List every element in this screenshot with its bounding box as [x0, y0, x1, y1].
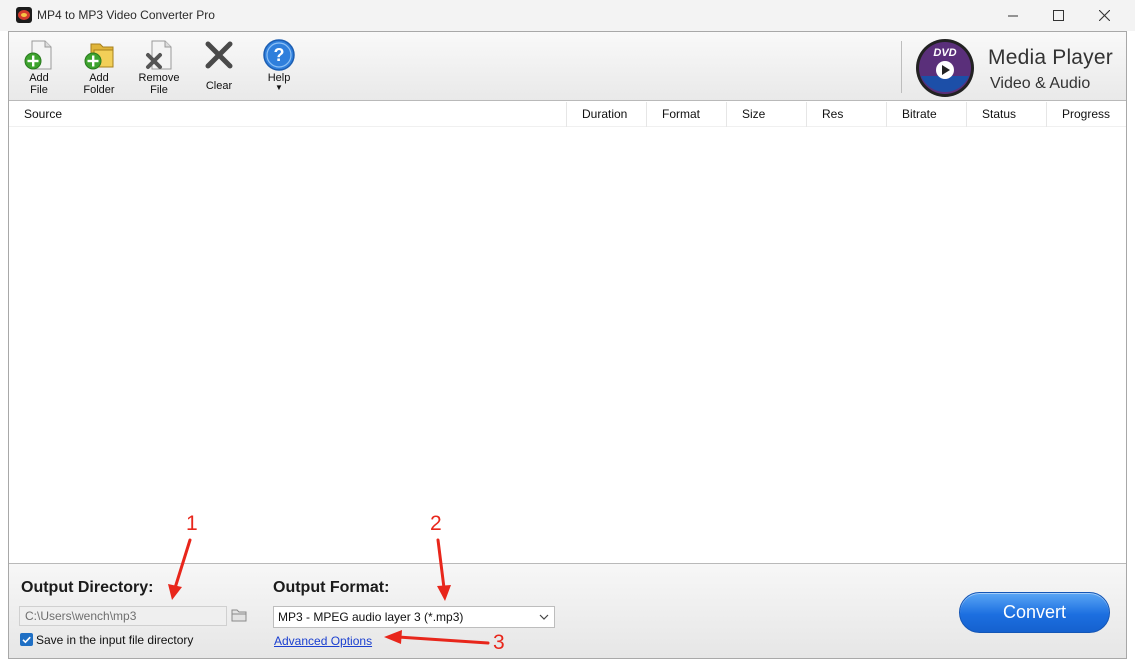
toolbar: Add File Add Folder Remove File Clear ? … [9, 32, 1126, 101]
annotation-number-1: 1 [186, 512, 198, 535]
column-progress[interactable]: Progress [1046, 102, 1126, 127]
output-directory-label: Output Directory: [21, 579, 154, 596]
help-dropdown-caret-icon: ▼ [275, 83, 283, 92]
save-in-input-label[interactable]: Save in the input file directory [36, 633, 193, 647]
annotation-number-3: 3 [493, 631, 505, 654]
save-in-input-checkbox[interactable] [20, 633, 33, 646]
brand-subtitle: Video & Audio [990, 75, 1091, 92]
brand-title: Media Player [988, 46, 1113, 69]
svg-text:?: ? [274, 45, 285, 65]
clear-label: Clear [205, 80, 233, 92]
column-size[interactable]: Size [726, 102, 806, 127]
remove-file-button[interactable]: Remove File [132, 38, 186, 100]
checkmark-icon [22, 636, 31, 644]
advanced-options-link[interactable]: Advanced Options [274, 634, 372, 648]
close-icon [1098, 10, 1110, 21]
title-bar: MP4 to MP3 Video Converter Pro [0, 0, 1135, 31]
add-folder-button[interactable]: Add Folder [72, 38, 126, 100]
minimize-button[interactable] [990, 0, 1036, 31]
add-file-button[interactable]: Add File [12, 38, 66, 100]
app-icon [16, 7, 32, 23]
annotation-number-2: 2 [430, 512, 442, 535]
file-list[interactable] [9, 128, 1126, 562]
clear-icon [205, 41, 233, 69]
window-title: MP4 to MP3 Video Converter Pro [37, 8, 215, 22]
column-res[interactable]: Res [806, 102, 886, 127]
column-bitrate[interactable]: Bitrate [886, 102, 966, 127]
remove-file-icon [146, 40, 172, 70]
output-format-label: Output Format: [273, 579, 390, 596]
add-folder-label: Add Folder [83, 72, 115, 96]
output-directory-input[interactable] [19, 606, 227, 626]
convert-button[interactable]: Convert [959, 592, 1110, 633]
browse-folder-icon[interactable] [231, 608, 247, 622]
media-player-logo-icon: DVD [916, 39, 974, 97]
maximize-icon [1052, 10, 1064, 21]
help-button[interactable]: ? Help ▼ [252, 38, 306, 100]
logo-text: DVD [933, 47, 956, 59]
remove-file-label: Remove File [138, 72, 180, 96]
help-icon: ? [263, 39, 295, 71]
column-source[interactable]: Source [9, 102, 566, 127]
main-window: Add File Add Folder Remove File Clear ? … [8, 31, 1127, 659]
file-list-header: Source Duration Format Size Res Bitrate … [9, 102, 1126, 127]
column-duration[interactable]: Duration [566, 102, 646, 127]
minimize-icon [1008, 15, 1018, 16]
add-file-icon [24, 40, 52, 70]
column-format[interactable]: Format [646, 102, 726, 127]
clear-button[interactable]: Clear [192, 38, 246, 100]
column-status[interactable]: Status [966, 102, 1046, 127]
output-panel: Output Directory: Save in the input file… [9, 563, 1126, 658]
chevron-down-icon [539, 614, 549, 620]
maximize-button[interactable] [1035, 0, 1081, 31]
add-folder-icon [84, 43, 114, 70]
output-format-select[interactable]: MP3 - MPEG audio layer 3 (*.mp3) [273, 606, 555, 628]
output-format-value: MP3 - MPEG audio layer 3 (*.mp3) [278, 610, 464, 624]
add-file-label: Add File [29, 72, 49, 96]
toolbar-divider [901, 41, 902, 93]
close-button[interactable] [1081, 0, 1127, 31]
